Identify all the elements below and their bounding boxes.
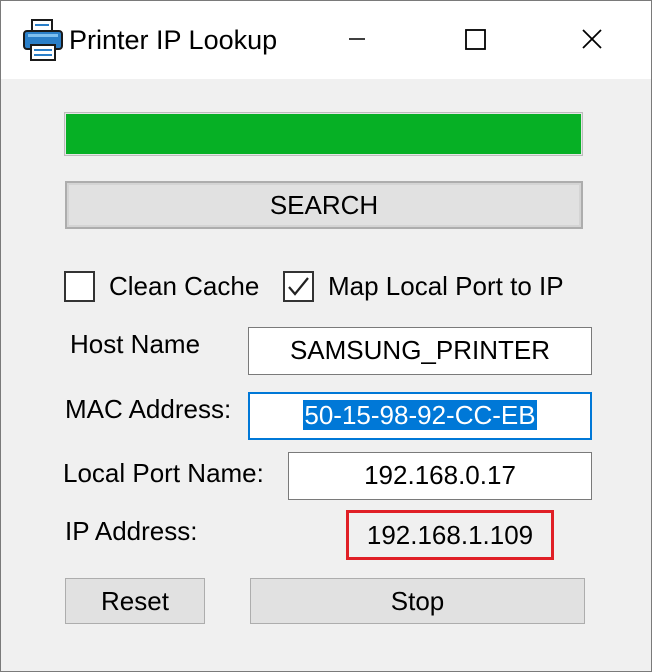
clean-cache-label[interactable]: Clean Cache xyxy=(109,271,259,302)
host-name-label: Host Name xyxy=(70,329,201,359)
printer-icon xyxy=(22,18,64,62)
progress-fill xyxy=(66,114,581,154)
map-local-port-checkbox[interactable] xyxy=(283,271,314,302)
mac-address-field[interactable]: 50-15-98-92-CC-EB xyxy=(248,392,592,440)
title-bar[interactable]: Printer IP Lookup xyxy=(1,1,651,79)
map-local-port-label[interactable]: Map Local Port to IP xyxy=(328,271,564,302)
clean-cache-checkbox[interactable] xyxy=(64,271,95,302)
search-button[interactable]: SEARCH xyxy=(65,181,583,229)
ip-address-label: IP Address: xyxy=(65,516,198,546)
mac-address-label: MAC Address: xyxy=(65,394,232,424)
host-name-value: SAMSUNG_PRINTER xyxy=(289,335,551,365)
mac-address-value: 50-15-98-92-CC-EB xyxy=(303,400,537,430)
local-port-name-value: 192.168.0.17 xyxy=(364,460,516,490)
local-port-name-label: Local Port Name: xyxy=(63,458,264,488)
minimize-icon xyxy=(349,38,365,40)
maximize-button[interactable] xyxy=(421,1,531,79)
reset-button[interactable]: Reset xyxy=(65,578,205,624)
app-window: Printer IP Lookup SEARCH Clean Cache Map xyxy=(0,0,652,672)
progress-bar xyxy=(64,112,583,156)
ip-address-value: 192.168.1.109 xyxy=(346,510,554,560)
stop-button[interactable]: Stop xyxy=(250,578,585,624)
close-button[interactable] xyxy=(537,1,647,79)
host-name-field[interactable]: SAMSUNG_PRINTER xyxy=(248,327,592,375)
local-port-name-field[interactable]: 192.168.0.17 xyxy=(288,452,592,500)
minimize-button[interactable] xyxy=(301,1,411,79)
checkmark-icon xyxy=(288,277,309,296)
window-title: Printer IP Lookup xyxy=(69,25,278,55)
maximize-icon xyxy=(465,29,486,50)
close-icon xyxy=(582,29,602,49)
